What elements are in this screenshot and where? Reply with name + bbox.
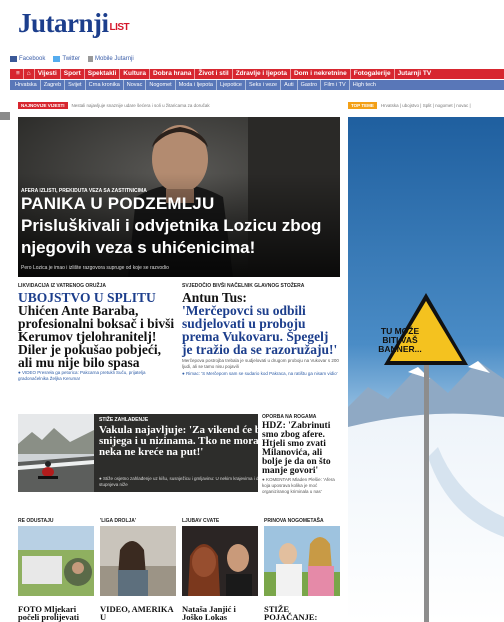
story-split-murder[interactable]: LIKVIDACIJA IZ VATRENOG ORUŽJA UBOJSTVO … <box>18 283 176 382</box>
subnav-item[interactable]: Moda i ljepota <box>176 80 217 90</box>
story-related-link[interactable]: ● KOMENTAR Mladen Plešie: 'Afera koja up… <box>262 477 340 495</box>
thumb-kicker: PRINOVA NOGOMETAŠA <box>264 518 324 524</box>
thumb-title[interactable]: FOTO Mljekari počeli prolijevati <box>18 605 94 622</box>
weather-story[interactable]: STIŽE ZAHLAĐENJE Vakula najavljuje: 'Za … <box>18 414 258 492</box>
nav-item-sport[interactable]: Sport <box>61 69 85 79</box>
thumb-story[interactable]: PRINOVA NOGOMETAŠA STIŽE POJAČANJE: <box>264 518 340 621</box>
top-topics-badge: TOP TEME <box>348 102 377 109</box>
ad-banner-text: TU MOŽE BITI VAŠ BANNER... <box>378 326 422 354</box>
menu-icon[interactable]: ≡ <box>13 69 24 79</box>
thumb-photo <box>264 526 340 596</box>
thumb-story[interactable]: 'LIGA DROLJA' VIDEO, AMERIKA U <box>100 518 176 621</box>
thumb-photo <box>182 526 258 596</box>
story-related-link[interactable]: ● Rimac: 'S Merčepom sam se sudario kod … <box>182 371 340 377</box>
twitter-link[interactable]: Twitter <box>53 56 80 62</box>
nav-item-spektakli[interactable]: Spektakli <box>85 69 121 79</box>
hero-title[interactable]: Prisluškivali i odvjetnika Lozicu zbog n… <box>21 215 339 259</box>
story-headline[interactable]: UBOJSTVO U SPLITU Uhićen Ante Baraba, pro… <box>18 291 176 370</box>
facebook-link[interactable]: Facebook <box>10 56 45 62</box>
subnav-item[interactable]: Nogomet <box>146 80 176 90</box>
hero-story[interactable]: AFERA IZLISTI, PREKIDUTA VEZA SA ZASTITN… <box>18 117 340 277</box>
thumb-title[interactable]: STIŽE POJAČANJE: <box>264 605 340 622</box>
left-edge-strip <box>0 112 10 120</box>
subnav-item[interactable]: Crna kronika <box>86 80 124 90</box>
story-kicker: SVJEDOČIO BIVŠI NAČELNIK GLAVNOG STOŽERA <box>182 283 305 289</box>
thumb-photo <box>18 526 94 596</box>
thumb-title[interactable]: VIDEO, AMERIKA U <box>100 605 176 622</box>
nav-item-dobra-hrana[interactable]: Dobra hrana <box>150 69 196 79</box>
ticker-link[interactable]: Nestali najavljuje snaznije udare šećera… <box>72 103 210 108</box>
weather-photo <box>18 414 94 492</box>
thumb-photo <box>100 526 176 596</box>
nav-item-jutarnji-tv[interactable]: Jutarnji TV <box>395 69 435 79</box>
subnav-item[interactable]: Gastro <box>298 80 322 90</box>
subnav-item[interactable]: Novac <box>124 80 147 90</box>
subnav-item[interactable]: Auti <box>281 80 298 90</box>
story-headline[interactable]: HDZ: 'Zabrinuti smo zbog afere. Htjeli s… <box>262 421 340 476</box>
story-kicker: OPORBA NA ROGAMA <box>262 414 317 420</box>
sub-navigation: Hrvatska Zagreb Svijet Crna kronika Nova… <box>10 80 504 90</box>
top-topics-links[interactable]: Hrvatska | ubojstvo | Split | nogomet | … <box>381 103 471 108</box>
thumb-story[interactable]: LJUBAV CVATE Nataša Janjić i Joško Lokas <box>182 518 258 621</box>
home-icon[interactable]: ⌂ <box>24 69 35 79</box>
nav-item-zivot-i-stil[interactable]: Život i stil <box>195 69 233 79</box>
twitter-icon <box>53 56 61 62</box>
mobile-icon <box>88 56 94 62</box>
story-summary: Merčepova postrojba trebala je sudjelova… <box>182 358 339 369</box>
thumb-kicker: LJUBAV CVATE <box>182 518 220 524</box>
facebook-icon <box>10 56 17 62</box>
subnav-item[interactable]: Film i TV <box>321 80 350 90</box>
mobile-link[interactable]: Mobile Jutarnji <box>88 56 134 62</box>
thumb-kicker: RE ODUSTAJU <box>18 518 54 524</box>
ad-banner-image <box>348 117 504 622</box>
nav-item-dom[interactable]: Dom i nekretnine <box>291 69 351 79</box>
weather-headline[interactable]: Vakula najavljuje: 'Za vikend će biti sn… <box>99 425 258 458</box>
nav-item-zdravlje[interactable]: Zdravlje i ljepota <box>233 69 291 79</box>
subnav-item[interactable]: Svijet <box>65 80 86 90</box>
subnav-item[interactable]: Ljepotice <box>217 80 246 90</box>
story-headline[interactable]: Antun Tus: 'Merčepovci su odbili sudjelov… <box>182 291 340 357</box>
story-antun-tus[interactable]: SVJEDOČIO BIVŠI NAČELNIK GLAVNOG STOŽERA… <box>182 283 340 377</box>
thumb-story[interactable]: RE ODUSTAJU FOTO Mljekari počeli prolije… <box>18 518 94 621</box>
weather-kicker: STIŽE ZAHLAĐENJE <box>99 417 149 423</box>
story-hdz[interactable]: OPORBA NA ROGAMA HDZ: 'Zabrinuti smo zbo… <box>262 414 340 495</box>
ad-banner[interactable] <box>348 117 504 622</box>
social-links: Facebook Twitter Mobile Jutarnji <box>10 56 134 62</box>
hero-caption: Pero Lozica je imao i izlište razgovora … <box>21 265 169 271</box>
hero-title-caps[interactable]: PANIKA U PODZEMLJU <box>21 194 214 214</box>
nav-item-vijesti[interactable]: Vijesti <box>35 69 61 79</box>
story-related-link[interactable]: ● VIDEO Presreła ga petorica: Pakcarna p… <box>18 370 176 382</box>
subnav-item[interactable]: Zagreb <box>41 80 66 90</box>
site-logo[interactable]: JutarnjiLIST <box>18 8 130 39</box>
subnav-item[interactable]: High tech <box>350 80 379 90</box>
subnav-item[interactable]: Seks i veze <box>246 80 282 90</box>
weather-related-link[interactable]: ● Stiže osjetno zahlađenje uz kišu, susn… <box>99 476 258 488</box>
nav-item-fotogalerije[interactable]: Fotogalerije <box>351 69 395 79</box>
top-topics-ticker: TOP TEME Hrvatska | ubojstvo | Split | n… <box>348 102 471 109</box>
latest-news-ticker: NAJNOVIJE VIJESTI Nestali najavljuje sna… <box>18 102 210 109</box>
subnav-item[interactable]: Hrvatska <box>12 80 41 90</box>
story-kicker: LIKVIDACIJA IZ VATRENOG ORUŽJA <box>18 283 106 289</box>
nav-item-kultura[interactable]: Kultura <box>120 69 151 79</box>
ticker-badge: NAJNOVIJE VIJESTI <box>18 102 68 109</box>
thumb-kicker: 'LIGA DROLJA' <box>100 518 137 524</box>
main-navigation: ≡ ⌂ Vijesti Sport Spektakli Kultura Dobr… <box>10 69 504 79</box>
thumb-title[interactable]: Nataša Janjić i Joško Lokas <box>182 605 258 622</box>
